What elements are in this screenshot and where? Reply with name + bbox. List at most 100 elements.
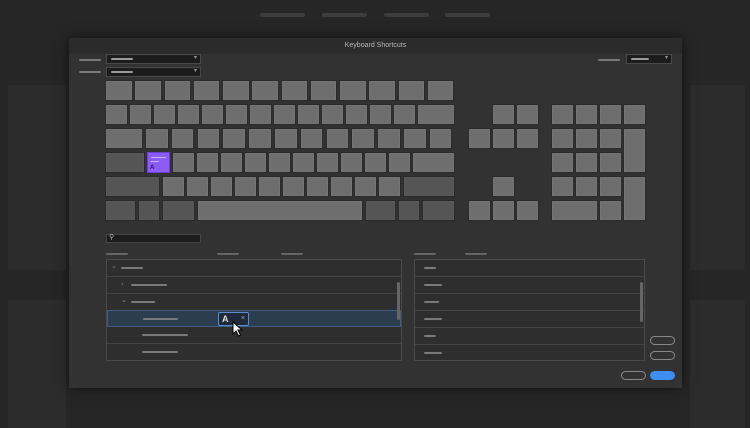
- keyboard-key[interactable]: [177, 104, 200, 125]
- keyboard-key[interactable]: [306, 176, 329, 197]
- table-row[interactable]: [107, 344, 401, 361]
- table-row[interactable]: [415, 328, 644, 345]
- keyboard-key[interactable]: [551, 152, 574, 173]
- keyboard-key[interactable]: [220, 152, 243, 173]
- keyboard-key[interactable]: [492, 176, 515, 197]
- keyboard-modifier-key[interactable]: [105, 152, 145, 173]
- expand-icon[interactable]: ›: [121, 281, 123, 288]
- keyboard-key[interactable]: [297, 104, 320, 125]
- keyboard-modifier-key[interactable]: [422, 200, 455, 221]
- keyboard-key[interactable]: [599, 104, 622, 125]
- keyboard-key[interactable]: [426, 80, 455, 101]
- keyboard-key[interactable]: [623, 104, 646, 125]
- search-input[interactable]: ⚲: [106, 234, 201, 243]
- ok-button[interactable]: [650, 371, 675, 380]
- keyboard-key[interactable]: [105, 104, 128, 125]
- keyboard-key[interactable]: [248, 128, 272, 149]
- scrollbar[interactable]: [640, 282, 643, 322]
- cancel-button[interactable]: [621, 371, 646, 380]
- keyboard-key[interactable]: [403, 128, 427, 149]
- keyboard-key[interactable]: [428, 128, 453, 149]
- keyboard-key[interactable]: [210, 176, 233, 197]
- keyboard-key[interactable]: [321, 104, 344, 125]
- keyboard-key[interactable]: [105, 128, 143, 149]
- scrollbar[interactable]: [397, 282, 400, 320]
- keyboard-key[interactable]: [251, 80, 279, 101]
- keyboard-key[interactable]: [551, 104, 574, 125]
- keyboard-key[interactable]: [172, 152, 195, 173]
- keyboard-modifier-key[interactable]: [162, 200, 195, 221]
- keyboard-key[interactable]: [575, 128, 598, 149]
- keyboard-key[interactable]: [316, 152, 339, 173]
- keyboard-key[interactable]: [575, 176, 598, 197]
- clear-button[interactable]: [650, 336, 675, 345]
- keyboard-key[interactable]: [516, 200, 539, 221]
- keyboard-key[interactable]: [282, 176, 305, 197]
- keyboard-key[interactable]: [105, 80, 133, 101]
- keyboard-key[interactable]: [170, 128, 195, 149]
- keyboard-key[interactable]: [575, 104, 598, 125]
- keyboard-key[interactable]: [134, 80, 162, 101]
- keyboard-key[interactable]: [225, 104, 248, 125]
- keyboard-key[interactable]: [516, 128, 539, 149]
- keyboard-key[interactable]: [222, 80, 250, 101]
- keyboard-modifier-key[interactable]: [365, 200, 396, 221]
- keyboard-key[interactable]: [234, 176, 257, 197]
- keyboard-key[interactable]: [393, 104, 416, 125]
- table-row[interactable]: ⌄: [107, 294, 401, 311]
- shortcut-set-dropdown[interactable]: ▾: [106, 54, 201, 64]
- keyboard-key[interactable]: [222, 128, 246, 149]
- keyboard-key[interactable]: [274, 128, 298, 149]
- table-row[interactable]: [107, 327, 401, 344]
- keyboard-key[interactable]: [163, 80, 191, 101]
- collapse-icon[interactable]: ⌄: [111, 262, 117, 270]
- keyboard-key[interactable]: [599, 200, 622, 221]
- keyboard-key[interactable]: [468, 200, 491, 221]
- keyboard-key[interactable]: [299, 128, 324, 149]
- keyboard-modifier-key[interactable]: [398, 200, 420, 221]
- keyboard-key[interactable]: [623, 176, 646, 221]
- keyboard-modifier-key[interactable]: [105, 176, 160, 197]
- keyboard-key[interactable]: [273, 104, 296, 125]
- keyboard-key[interactable]: [201, 104, 224, 125]
- keyboard-key[interactable]: [345, 104, 368, 125]
- keyboard-key[interactable]: [280, 80, 308, 101]
- keyboard-key[interactable]: [551, 200, 598, 221]
- keyboard-key[interactable]: [599, 152, 622, 173]
- keyboard-key[interactable]: [468, 128, 491, 149]
- keyboard-key[interactable]: [516, 104, 539, 125]
- table-row[interactable]: [415, 345, 644, 362]
- keyboard-key[interactable]: [599, 176, 622, 197]
- keyboard-key[interactable]: [162, 176, 185, 197]
- keyboard-modifier-key[interactable]: [105, 200, 136, 221]
- keyboard-key[interactable]: [551, 128, 574, 149]
- collapse-icon[interactable]: ⌄: [121, 296, 127, 304]
- keyboard-key[interactable]: [197, 200, 363, 221]
- keyboard-key[interactable]: [339, 80, 367, 101]
- keyboard-key[interactable]: [599, 128, 622, 149]
- keyboard-key[interactable]: [388, 152, 411, 173]
- table-row[interactable]: [415, 277, 644, 294]
- keyboard-key[interactable]: [292, 152, 315, 173]
- keyboard-key[interactable]: [417, 104, 455, 125]
- keyboard-key[interactable]: [249, 104, 272, 125]
- keyboard-key[interactable]: [492, 128, 515, 149]
- keyboard-key[interactable]: [492, 104, 515, 125]
- keyboard-key[interactable]: [196, 128, 221, 149]
- undo-button[interactable]: [650, 351, 675, 360]
- keyboard-key[interactable]: [196, 152, 219, 173]
- keyboard-key[interactable]: [378, 176, 401, 197]
- table-row[interactable]: [415, 311, 644, 328]
- keyboard-key[interactable]: [325, 128, 350, 149]
- table-row[interactable]: [415, 260, 644, 277]
- keyboard-key[interactable]: [551, 176, 574, 197]
- keyboard-key[interactable]: [623, 128, 646, 173]
- keyboard-key[interactable]: [492, 200, 515, 221]
- keyboard-key[interactable]: [369, 104, 392, 125]
- keyboard-modifier-key[interactable]: [403, 176, 455, 197]
- keyboard-key[interactable]: [351, 128, 375, 149]
- keyboard-key[interactable]: [258, 176, 281, 197]
- keyboard-key[interactable]: [368, 80, 396, 101]
- keyboard-key[interactable]: [397, 80, 425, 101]
- keyboard-key[interactable]: [377, 128, 401, 149]
